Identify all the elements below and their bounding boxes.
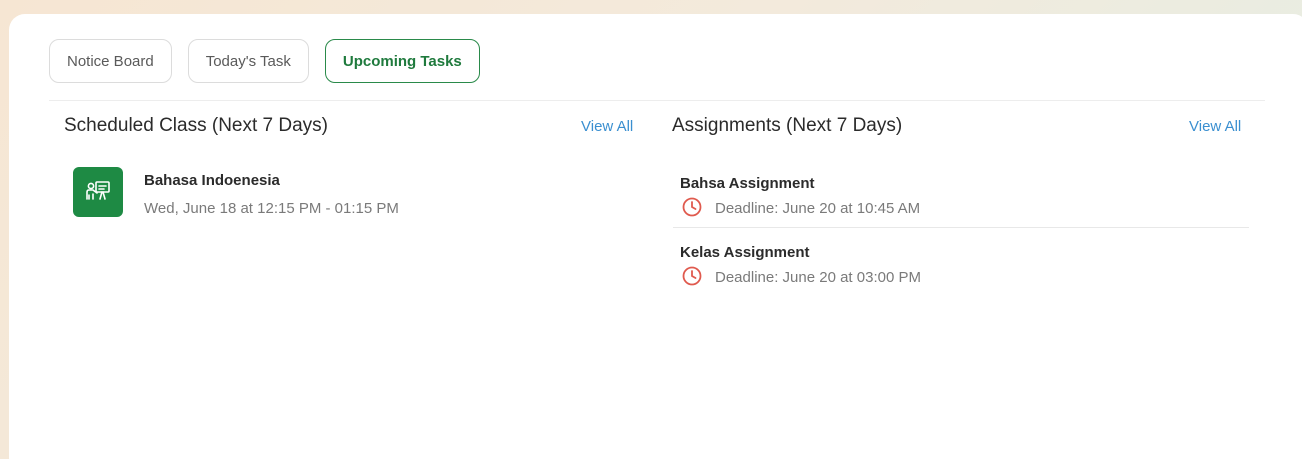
scheduled-view-all-link[interactable]: View All <box>581 118 633 135</box>
class-time: Wed, June 18 at 12:15 PM - 01:15 PM <box>144 200 399 217</box>
dashboard-card: Notice Board Today's Task Upcoming Tasks… <box>9 14 1302 459</box>
assignment-title[interactable]: Kelas Assignment <box>680 244 810 261</box>
assignments-view-all-link[interactable]: View All <box>1189 118 1241 135</box>
assignment-deadline: Deadline: June 20 at 03:00 PM <box>715 269 921 286</box>
tab-todays-task[interactable]: Today's Task <box>187 39 309 83</box>
scheduled-class-title: Scheduled Class (Next 7 Days) <box>64 115 328 136</box>
teacher-board-icon <box>73 167 123 217</box>
tab-upcoming-tasks[interactable]: Upcoming Tasks <box>324 39 480 83</box>
assignment-title[interactable]: Bahsa Assignment <box>680 175 814 192</box>
tab-notice-board[interactable]: Notice Board <box>49 39 172 83</box>
assignment-deadline: Deadline: June 20 at 10:45 AM <box>715 200 921 217</box>
class-title[interactable]: Bahasa Indoenesia <box>144 172 280 189</box>
header-divider <box>49 100 1265 101</box>
clock-icon <box>682 266 702 286</box>
task-tabs: Notice Board Today's Task Upcoming Tasks <box>49 39 496 83</box>
assignments-title: Assignments (Next 7 Days) <box>672 115 903 136</box>
clock-icon <box>682 197 702 217</box>
assignment-divider <box>673 227 1249 228</box>
